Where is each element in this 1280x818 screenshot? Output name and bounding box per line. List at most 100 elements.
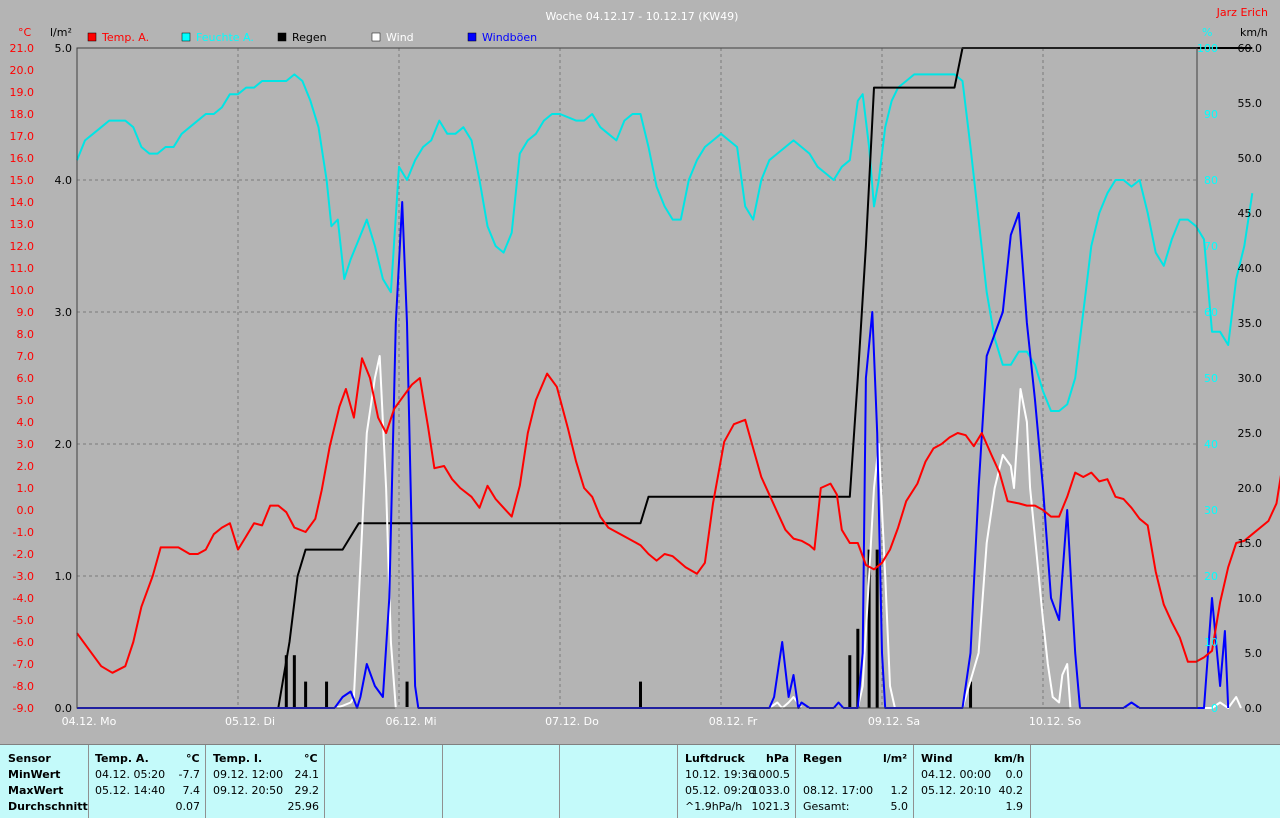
wind-min-val: 0.0 (1005, 768, 1024, 781)
temp-tick-label: 17.0 (10, 130, 35, 143)
legend-swatch (277, 32, 287, 42)
temp-tick-label: 8.0 (17, 328, 35, 341)
wind-tick-label: 45.0 (1238, 207, 1263, 220)
hum-tick-label: 40 (1204, 438, 1218, 451)
temp-tick-label: 1.0 (17, 482, 35, 495)
rain-bar (875, 549, 879, 708)
temp-tick-label: 13.0 (10, 218, 35, 231)
rain-unit: l/m² (50, 26, 72, 39)
stats-col-pressure: Luftdruck hPa 10.12. 19:36 1000.5 05.12.… (677, 745, 796, 818)
stats-col-empty-1 (324, 745, 443, 818)
temp-tick-label: 16.0 (10, 152, 35, 165)
stats-panel: Sensor MinWert MaxWert Durchschnitt Temp… (0, 744, 1280, 818)
legend-swatch (467, 32, 477, 42)
hum-tick-label: 60 (1204, 306, 1218, 319)
legend-label: Windböen (482, 31, 537, 44)
temp-a-min-time: 04.12. 05:20 (95, 768, 166, 781)
temp-a-avg: 0.07 (175, 800, 201, 813)
temp-tick-label: -4.0 (13, 592, 34, 605)
hdr-temp-a: Temp. A. (95, 752, 149, 765)
hdr-wind-unit: km/h (994, 752, 1025, 765)
wind-min-time: 04.12. 00:00 (921, 768, 992, 781)
legend-label: Feuchte A. (196, 31, 254, 44)
hdr-rain: Regen (803, 752, 843, 765)
stats-col-wind: Wind km/h 04.12. 00:00 0.0 05.12. 20:10 … (913, 745, 1031, 818)
temp-tick-label: 2.0 (17, 460, 35, 473)
hum-tick-label: 50 (1204, 372, 1218, 385)
temp-tick-label: 7.0 (17, 350, 35, 363)
legend-label: Temp. A. (101, 31, 149, 44)
rain-tick-label: 4.0 (55, 174, 73, 187)
rain-bar (405, 681, 409, 708)
wind-tick-label: 25.0 (1238, 427, 1263, 440)
temp-i-avg: 25.96 (287, 800, 320, 813)
hum-tick-label: 0 (1211, 702, 1218, 715)
stats-col-empty-3 (559, 745, 678, 818)
rain-bar (292, 655, 296, 708)
hdr-pressure-unit: hPa (766, 752, 790, 765)
temp-tick-label: 18.0 (10, 108, 35, 121)
temp-tick-label: -1.0 (13, 526, 34, 539)
rain-max-val: 1.2 (890, 784, 909, 797)
hdr-rain-unit: l/m² (883, 752, 908, 765)
rain-bar (848, 655, 852, 708)
stats-col-empty-2 (442, 745, 560, 818)
rain-bar (639, 681, 642, 708)
hdr-pressure: Luftdruck (685, 752, 745, 765)
temp-tick-label: 20.0 (10, 64, 35, 77)
stats-col-rain: Regen l/m² 08.12. 17:00 1.2 Gesamt: 5.0 (795, 745, 914, 818)
rain-bar (325, 681, 329, 708)
wind-tick-label: 0.0 (1245, 702, 1263, 715)
legend-swatch (87, 32, 97, 42)
legend-swatch (371, 32, 381, 42)
rain-total-label: Gesamt: (803, 800, 850, 813)
stats-col-sensor: Sensor MinWert MaxWert Durchschnitt (0, 745, 88, 818)
weather-chart: 21.0 20.0 19.0 18.0 17.0 16.0 15.0 14.0 13.0 12.0… (10, 6, 1280, 728)
hum-tick-label: 30 (1204, 504, 1218, 517)
x-tick-label: 10.12. So (1029, 715, 1081, 728)
temp-tick-label: -9.0 (13, 702, 34, 715)
temp-tick-label: 21.0 (10, 42, 35, 55)
temp-tick-label: 15.0 (10, 174, 35, 187)
pressure-trend: ^1.9hPa/h (685, 800, 743, 813)
hum-tick-label: 20 (1204, 570, 1218, 583)
temp-tick-label: -3.0 (13, 570, 34, 583)
rain-total: 5.0 (890, 800, 909, 813)
hum-tick-label: 100 (1197, 42, 1218, 55)
x-tick-label: 05.12. Di (225, 715, 275, 728)
temp-unit: °C (18, 26, 32, 39)
legend-swatch (181, 32, 191, 42)
hum-tick-label: 10 (1204, 636, 1218, 649)
wind-tick-label: 40.0 (1238, 262, 1263, 275)
temp-a-min-val: -7.7 (178, 768, 200, 781)
rain-tick-label: 5.0 (55, 42, 73, 55)
hum-tick-label: 70 (1204, 240, 1218, 253)
temp-tick-label: 5.0 (17, 394, 35, 407)
x-tick-label: 07.12. Do (545, 715, 599, 728)
author-label: Jarz Erich (1216, 6, 1268, 19)
legend-label: Wind (386, 31, 414, 44)
temp-tick-label: 9.0 (17, 306, 35, 319)
temp-i-min-time: 09.12. 12:00 (213, 768, 284, 781)
wind-tick-label: 60.0 (1238, 42, 1263, 55)
temp-tick-label: 19.0 (10, 86, 35, 99)
temp-tick-label: 4.0 (17, 416, 35, 429)
wind-max-time: 05.12. 20:10 (921, 784, 992, 797)
temp-tick-label: 10.0 (10, 284, 35, 297)
wind-tick-label: 5.0 (1245, 647, 1263, 660)
row-avg: Durchschnitt (8, 800, 88, 813)
wind-unit: km/h (1240, 26, 1268, 39)
temp-a-max-val: 7.4 (182, 784, 201, 797)
temp-tick-label: 11.0 (10, 262, 35, 275)
rain-tick-label: 1.0 (55, 570, 73, 583)
x-tick-label: 08.12. Fr (709, 715, 758, 728)
row-max: MaxWert (8, 784, 64, 797)
hum-tick-label: 80 (1204, 174, 1218, 187)
temp-i-max-val: 29.2 (294, 784, 320, 797)
wind-tick-label: 50.0 (1238, 152, 1263, 165)
hum-tick-label: 90 (1204, 108, 1218, 121)
wind-tick-label: 30.0 (1238, 372, 1263, 385)
plot-area (77, 48, 1197, 708)
temp-a-max-time: 05.12. 14:40 (95, 784, 166, 797)
rain-max-time: 08.12. 17:00 (803, 784, 874, 797)
